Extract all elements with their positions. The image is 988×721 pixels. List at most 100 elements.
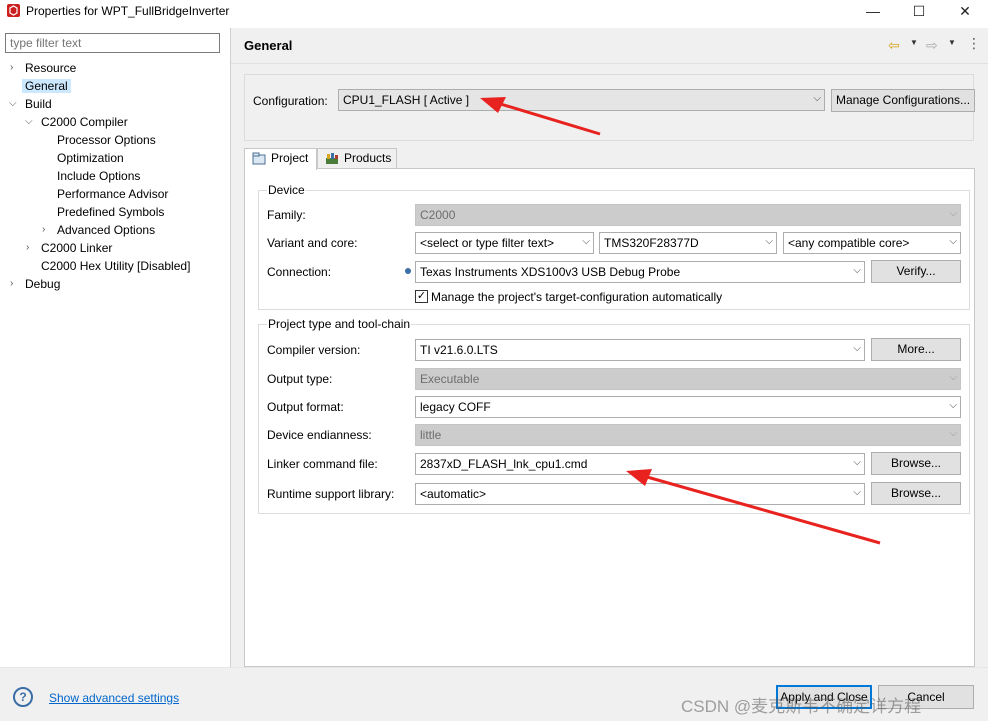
core-select[interactable]: <any compatible core> ⌵ bbox=[783, 232, 961, 254]
family-value: C2000 bbox=[420, 208, 456, 222]
chevron-down-icon: ⌵ bbox=[853, 343, 861, 354]
configuration-select[interactable]: CPU1_FLASH [ Active ] ⌵ bbox=[338, 89, 825, 111]
chevron-down-icon[interactable]: ▼ bbox=[948, 38, 956, 47]
tree-item-label: Debug bbox=[25, 277, 61, 291]
tree-item-c2000-linker[interactable]: C2000 Linker bbox=[38, 240, 115, 258]
chevron-down-icon[interactable]: ⌵ bbox=[25, 117, 35, 127]
dialog-footer: ? Show advanced settings Apply and Close… bbox=[0, 667, 988, 721]
project-tab-content: Device Family: C2000 ⌵ Variant and core:… bbox=[244, 168, 975, 667]
variant-label: Variant and core: bbox=[267, 236, 358, 250]
title-bar: Properties for WPT_FullBridgeInverter — … bbox=[0, 0, 988, 22]
variant-filter-value: <select or type filter text> bbox=[420, 236, 555, 250]
family-label: Family: bbox=[267, 208, 306, 222]
tree-item-label: Advanced Options bbox=[57, 223, 156, 237]
info-icon bbox=[405, 268, 411, 274]
tree-item-debug[interactable]: Debug bbox=[22, 276, 63, 294]
view-menu-icon[interactable]: ⋮ bbox=[967, 35, 981, 52]
endianness-label: Device endianness: bbox=[267, 428, 372, 442]
tree-item-build[interactable]: Build bbox=[22, 96, 55, 114]
more-button[interactable]: More... bbox=[871, 338, 961, 361]
chevron-right-icon[interactable]: › bbox=[10, 63, 20, 73]
tree-item-resource[interactable]: Resource bbox=[22, 60, 79, 78]
chevron-right-icon[interactable]: › bbox=[26, 243, 36, 253]
chevron-down-icon[interactable]: ▼ bbox=[910, 38, 918, 47]
connection-label: Connection: bbox=[267, 265, 332, 279]
tree-item-c2000-hex-utility[interactable]: C2000 Hex Utility [Disabled] bbox=[38, 258, 193, 276]
tree-item-label: C2000 Hex Utility [Disabled] bbox=[41, 259, 191, 273]
variant-value: TMS320F28377D bbox=[604, 236, 699, 250]
chevron-down-icon: ⌵ bbox=[813, 93, 821, 104]
products-icon bbox=[326, 153, 338, 164]
chevron-down-icon: ⌵ bbox=[949, 208, 957, 219]
output-format-label: Output format: bbox=[267, 400, 344, 414]
show-advanced-settings-link[interactable]: Show advanced settings bbox=[49, 691, 179, 705]
runtime-library-select[interactable]: <automatic> ⌵ bbox=[415, 483, 865, 505]
help-icon[interactable]: ? bbox=[13, 687, 33, 707]
manage-configurations-button[interactable]: Manage Configurations... bbox=[831, 89, 975, 112]
page-header: General ⇦ ▼ ⇨ ▼ ⋮ bbox=[231, 28, 988, 64]
tree-item-label: Processor Options bbox=[57, 133, 156, 147]
output-format-select[interactable]: legacy COFF ⌵ bbox=[415, 396, 961, 418]
tree-item-performance-advisor[interactable]: Performance Advisor bbox=[54, 186, 171, 204]
close-button[interactable]: ✕ bbox=[942, 0, 988, 22]
toolchain-group-title: Project type and tool-chain bbox=[267, 317, 412, 331]
tree-item-label: Resource bbox=[25, 61, 77, 75]
chevron-right-icon[interactable]: › bbox=[42, 225, 52, 235]
endianness-select: little ⌵ bbox=[415, 424, 961, 446]
compiler-version-select[interactable]: TI v21.6.0.LTS ⌵ bbox=[415, 339, 865, 361]
runtime-library-value: <automatic> bbox=[420, 487, 487, 501]
tab-label: Products bbox=[344, 151, 392, 165]
chevron-down-icon: ⌵ bbox=[949, 372, 957, 383]
tree-item-label: General bbox=[22, 79, 71, 93]
project-icon bbox=[252, 152, 266, 165]
linker-command-file-select[interactable]: 2837xD_FLASH_lnk_cpu1.cmd ⌵ bbox=[415, 453, 865, 475]
variant-filter-select[interactable]: <select or type filter text> ⌵ bbox=[415, 232, 594, 254]
connection-value: Texas Instruments XDS100v3 USB Debug Pro… bbox=[420, 265, 681, 279]
tree-item-label: Build bbox=[25, 97, 52, 111]
compiler-version-label: Compiler version: bbox=[267, 343, 361, 357]
minimize-button[interactable]: — bbox=[850, 0, 896, 22]
chevron-right-icon[interactable]: › bbox=[10, 279, 20, 289]
browse-runtime-button[interactable]: Browse... bbox=[871, 482, 961, 505]
forward-arrow-icon[interactable]: ⇨ bbox=[926, 37, 938, 54]
properties-page: General ⇦ ▼ ⇨ ▼ ⋮ Configuration: CPU1_FL… bbox=[231, 28, 988, 667]
tree-item-general[interactable]: General bbox=[22, 78, 71, 96]
tree-item-processor-options[interactable]: Processor Options bbox=[54, 132, 159, 150]
family-select: C2000 ⌵ bbox=[415, 204, 961, 226]
tree-item-c2000-compiler[interactable]: C2000 Compiler bbox=[38, 114, 131, 132]
chevron-down-icon: ⌵ bbox=[949, 428, 957, 439]
chevron-down-icon: ⌵ bbox=[765, 236, 773, 247]
tab-label: Project bbox=[271, 151, 309, 165]
back-arrow-icon[interactable]: ⇦ bbox=[888, 37, 900, 54]
connection-select[interactable]: Texas Instruments XDS100v3 USB Debug Pro… bbox=[415, 261, 865, 283]
app-icon bbox=[7, 4, 20, 17]
configuration-label: Configuration: bbox=[253, 94, 328, 108]
linker-command-file-label: Linker command file: bbox=[267, 457, 378, 471]
tree-item-advanced-options[interactable]: Advanced Options bbox=[54, 222, 158, 240]
window-title: Properties for WPT_FullBridgeInverter bbox=[26, 4, 230, 18]
chevron-down-icon: ⌵ bbox=[582, 236, 590, 247]
core-value: <any compatible core> bbox=[788, 236, 910, 250]
output-format-value: legacy COFF bbox=[420, 400, 491, 414]
tree-item-predefined-symbols[interactable]: Predefined Symbols bbox=[54, 204, 167, 222]
chevron-down-icon: ⌵ bbox=[853, 457, 861, 468]
output-type-select: Executable ⌵ bbox=[415, 368, 961, 390]
toolchain-group: Project type and tool-chain Compiler ver… bbox=[258, 317, 970, 514]
output-type-value: Executable bbox=[420, 372, 480, 386]
tree-item-label: Performance Advisor bbox=[57, 187, 169, 201]
verify-button[interactable]: Verify... bbox=[871, 260, 961, 283]
tree-item-label: Predefined Symbols bbox=[57, 205, 165, 219]
manage-target-config-checkbox[interactable]: ✓ bbox=[415, 290, 428, 303]
variant-select[interactable]: TMS320F28377D ⌵ bbox=[599, 232, 777, 254]
device-group-title: Device bbox=[267, 183, 306, 197]
configuration-area: Configuration: CPU1_FLASH [ Active ] ⌵ M… bbox=[244, 74, 975, 141]
tab-products[interactable]: Products bbox=[317, 148, 397, 169]
filter-input[interactable] bbox=[5, 33, 220, 53]
tree-item-include-options[interactable]: Include Options bbox=[54, 168, 143, 186]
maximize-button[interactable]: ☐ bbox=[896, 0, 942, 22]
tree-item-optimization[interactable]: Optimization bbox=[54, 150, 127, 168]
browse-linker-button[interactable]: Browse... bbox=[871, 452, 961, 475]
tree-item-label: Optimization bbox=[57, 151, 124, 165]
tab-project[interactable]: Project bbox=[244, 148, 317, 170]
chevron-down-icon[interactable]: ⌵ bbox=[9, 99, 19, 109]
